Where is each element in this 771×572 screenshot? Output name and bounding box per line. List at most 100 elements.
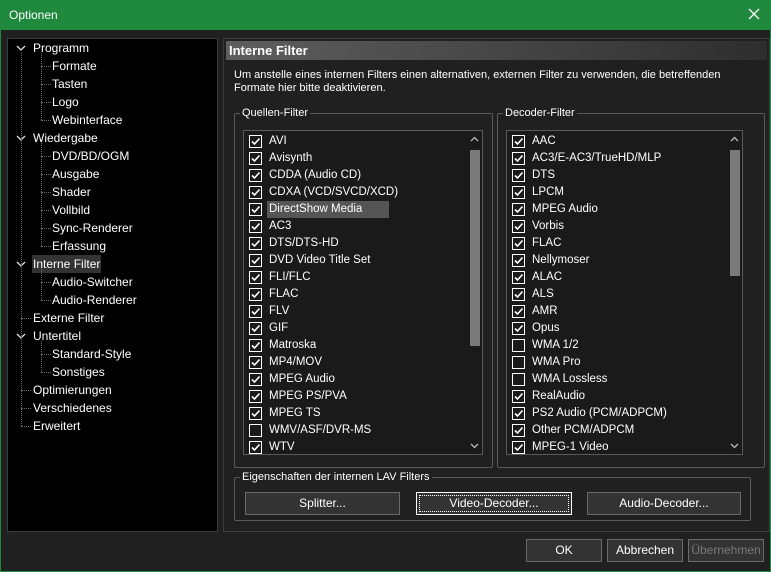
checkbox-checked[interactable] [512, 186, 525, 199]
tree-item[interactable]: Standard-Style [8, 345, 213, 363]
checkbox-unchecked[interactable] [512, 373, 525, 386]
checkbox-checked[interactable] [249, 322, 262, 335]
checkbox-checked[interactable] [249, 390, 262, 403]
list-item[interactable]: DVD Video Title Set [247, 252, 447, 269]
list-item[interactable]: MPEG Audio [247, 371, 447, 388]
checkbox-checked[interactable] [512, 237, 525, 250]
tree-item[interactable]: Erfassung [8, 237, 213, 255]
list-item[interactable]: FLI/FLC [247, 269, 447, 286]
checkbox-checked[interactable] [512, 288, 525, 301]
tree-item[interactable]: Wiedergabe [8, 129, 213, 147]
list-item[interactable]: DirectShow Media [247, 201, 447, 218]
tree-item[interactable]: Audio-Renderer [8, 291, 213, 309]
list-item[interactable]: WMA Pro [510, 354, 710, 371]
list-item[interactable]: Opus [510, 320, 710, 337]
checkbox-checked[interactable] [512, 169, 525, 182]
checkbox-checked[interactable] [249, 135, 262, 148]
tree-item[interactable]: Sync-Renderer [8, 219, 213, 237]
scroll-up-icon[interactable] [470, 135, 479, 144]
checkbox-checked[interactable] [249, 152, 262, 165]
list-item[interactable]: AC3/E-AC3/TrueHD/MLP [510, 150, 710, 167]
checkbox-checked[interactable] [249, 220, 262, 233]
checkbox-checked[interactable] [512, 322, 525, 335]
list-item[interactable]: RealAudio [510, 388, 710, 405]
list-item[interactable]: Avisynth [247, 150, 447, 167]
list-item[interactable]: AC3 [247, 218, 447, 235]
checkbox-checked[interactable] [512, 135, 525, 148]
checkbox-checked[interactable] [249, 305, 262, 318]
decoder-list-scrollbar[interactable] [727, 131, 742, 454]
list-item[interactable]: DTS [510, 167, 710, 184]
apply-button[interactable]: Übernehmen [688, 539, 764, 562]
scroll-up-icon[interactable] [730, 135, 739, 144]
checkbox-checked[interactable] [249, 441, 262, 454]
list-item[interactable]: DTS/DTS-HD [247, 235, 447, 252]
checkbox-checked[interactable] [249, 339, 262, 352]
tree-item[interactable]: Verschiedenes [8, 399, 213, 417]
scroll-thumb[interactable] [470, 150, 480, 346]
list-item[interactable]: MP4/MOV [247, 354, 447, 371]
splitter-button[interactable]: Splitter... [245, 492, 400, 515]
list-item[interactable]: Vorbis [510, 218, 710, 235]
video-decoder-button[interactable]: Video-Decoder... [416, 492, 572, 515]
tree-item[interactable]: Erweitert [8, 417, 213, 435]
checkbox-checked[interactable] [512, 152, 525, 165]
tree-item[interactable]: Sonstiges [8, 363, 213, 381]
tree-item[interactable]: Vollbild [8, 201, 213, 219]
checkbox-unchecked[interactable] [512, 339, 525, 352]
list-item[interactable]: AVI [247, 133, 447, 150]
checkbox-checked[interactable] [249, 203, 262, 216]
list-item[interactable]: ALS [510, 286, 710, 303]
tree-item[interactable]: Audio-Switcher [8, 273, 213, 291]
category-tree[interactable]: Programm Formate Tasten Logo Webinterface Wie… [7, 38, 218, 532]
cancel-button[interactable]: Abbrechen [607, 539, 683, 562]
checkbox-checked[interactable] [249, 186, 262, 199]
checkbox-checked[interactable] [249, 407, 262, 420]
list-item[interactable]: CDDA (Audio CD) [247, 167, 447, 184]
checkbox-checked[interactable] [249, 373, 262, 386]
list-item[interactable]: MPEG Audio [510, 201, 710, 218]
checkbox-checked[interactable] [249, 237, 262, 250]
list-item[interactable]: Other PCM/ADPCM [510, 422, 710, 439]
tree-item[interactable]: Untertitel [8, 327, 213, 345]
tree-item[interactable]: Interne Filter [8, 255, 213, 273]
list-item[interactable]: MPEG TS [247, 405, 447, 422]
tree-item[interactable]: Externe Filter [8, 309, 213, 327]
list-item[interactable]: LPCM [510, 184, 710, 201]
tree-item[interactable]: Webinterface [8, 111, 213, 129]
list-item[interactable]: FLV [247, 303, 447, 320]
ok-button[interactable]: OK [526, 539, 602, 562]
list-item[interactable]: MPEG PS/PVA [247, 388, 447, 405]
checkbox-checked[interactable] [249, 356, 262, 369]
list-item[interactable]: WMA Lossless [510, 371, 710, 388]
source-list-scrollbar[interactable] [467, 131, 482, 454]
tree-item[interactable]: Programm [8, 39, 213, 57]
checkbox-checked[interactable] [249, 169, 262, 182]
tree-item[interactable]: Formate [8, 57, 213, 75]
checkbox-checked[interactable] [512, 220, 525, 233]
close-icon[interactable] [744, 4, 764, 24]
tree-item[interactable]: DVD/BD/OGM [8, 147, 213, 165]
list-item[interactable]: WTV [247, 439, 447, 454]
checkbox-checked[interactable] [249, 271, 262, 284]
tree-item[interactable]: Shader [8, 183, 213, 201]
tree-item[interactable]: Optimierungen [8, 381, 213, 399]
list-item[interactable]: CDXA (VCD/SVCD/XCD) [247, 184, 447, 201]
list-item[interactable]: AMR [510, 303, 710, 320]
checkbox-checked[interactable] [512, 390, 525, 403]
checkbox-checked[interactable] [512, 271, 525, 284]
tree-item[interactable]: Tasten [8, 75, 213, 93]
source-filter-list[interactable]: AVI Avisynth CDDA (Audio CD) CDXA (VCD/SVCD… [243, 130, 483, 455]
checkbox-checked[interactable] [249, 288, 262, 301]
list-item[interactable]: ALAC [510, 269, 710, 286]
checkbox-checked[interactable] [249, 254, 262, 267]
list-item[interactable]: WMV/ASF/DVR-MS [247, 422, 447, 439]
audio-decoder-button[interactable]: Audio-Decoder... [587, 492, 741, 515]
list-item[interactable]: WMA 1/2 [510, 337, 710, 354]
list-item[interactable]: Nellymoser [510, 252, 710, 269]
checkbox-checked[interactable] [512, 424, 525, 437]
checkbox-checked[interactable] [512, 305, 525, 318]
checkbox-checked[interactable] [512, 254, 525, 267]
checkbox-checked[interactable] [512, 441, 525, 454]
scroll-down-icon[interactable] [730, 441, 739, 450]
